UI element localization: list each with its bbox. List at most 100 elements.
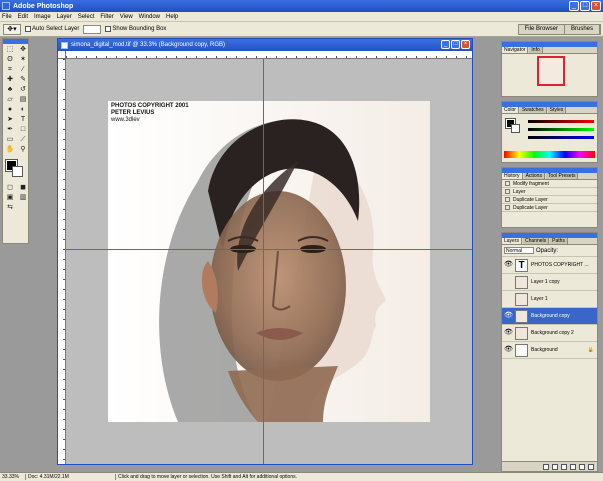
menu-layer[interactable]: Layer [57,14,72,20]
eye-icon[interactable]: 👁 [504,261,513,269]
move-tool-preset-icon[interactable]: ✥▾ [3,23,21,35]
eye-icon-hidden[interactable] [504,295,512,303]
crop-tool-icon[interactable]: ⌗ [4,65,16,74]
quick-mask-icon[interactable]: ◼ [17,183,29,192]
tab-navigator[interactable]: Navigator [502,47,529,53]
vertical-guide[interactable] [263,59,264,464]
checkbox-box[interactable] [105,26,112,32]
layer-row-background[interactable]: 👁 Background 🔒 [502,342,597,359]
document-title-bar[interactable]: simona_digital_mod.tif @ 33.3% (Backgrou… [58,39,472,51]
tab-paths[interactable]: Paths [550,238,568,244]
lasso-tool-icon[interactable]: ʘ [4,55,16,64]
navigator-thumbnail[interactable] [537,56,565,86]
background-color-swatch[interactable] [12,166,23,177]
show-bounding-checkbox[interactable]: Show Bounding Box [105,26,166,32]
file-browser-tab[interactable]: File Browser [518,25,565,34]
dodge-tool-icon[interactable]: ◐ [17,105,29,114]
image-canvas[interactable]: PHOTOS COPYRIGHT 2001 PETER LEVIUS www.3… [108,101,430,422]
layer-row[interactable]: 👁 Background copy 2 [502,325,597,342]
move-tool-icon[interactable]: ✥ [17,45,29,54]
clone-stamp-icon[interactable]: ♣ [4,85,16,94]
shape-tool-icon[interactable]: □ [17,125,29,134]
tab-actions[interactable]: Actions [523,173,545,179]
eye-icon-hidden[interactable] [504,278,512,286]
history-item[interactable]: Modify fragment [502,180,597,188]
type-tool-icon[interactable]: T [17,115,29,124]
magic-wand-tool-icon[interactable]: ✶ [17,55,29,64]
menu-file[interactable]: File [2,14,12,20]
red-slider[interactable] [528,120,594,123]
green-slider[interactable] [528,128,594,131]
fullscreen-mode-icon[interactable]: ▥ [17,193,29,202]
color-ramp[interactable] [504,151,595,158]
auto-select-checkbox[interactable]: Auto Select Layer [25,26,79,32]
brushes-tab[interactable]: Brushes [564,25,600,34]
tab-color[interactable]: Color [502,107,519,113]
menu-view[interactable]: View [120,14,133,20]
horizontal-ruler[interactable] [66,51,472,59]
screen-mode-icon[interactable]: ▣ [4,193,16,202]
color-bg-swatch[interactable] [511,124,520,133]
zoom-field[interactable]: 33.33% [0,474,26,480]
doc-maximize-button[interactable]: □ [451,40,460,49]
horizontal-guide[interactable] [66,249,472,250]
doc-close-button[interactable]: × [461,40,470,49]
path-selection-icon[interactable]: ➤ [4,115,16,124]
minimize-button[interactable]: _ [569,1,579,11]
tab-swatches[interactable]: Swatches [519,107,547,113]
eye-icon[interactable]: 👁 [504,329,513,337]
menu-help[interactable]: Help [166,14,178,20]
tab-channels[interactable]: Channels [523,238,550,244]
ruler-origin[interactable] [58,51,66,59]
blur-tool-icon[interactable]: ● [4,105,16,114]
eraser-tool-icon[interactable]: ▱ [4,95,16,104]
blend-mode-select[interactable]: Normal [504,247,534,254]
zoom-tool-icon[interactable]: ⚲ [17,145,29,154]
auto-select-dropdown[interactable] [83,24,102,34]
layer-row[interactable]: Layer 1 [502,291,597,308]
tab-layers[interactable]: Layers [502,238,523,244]
layer-row-text[interactable]: 👁 T PHOTOS COPYRIGHT ... [502,257,597,274]
tab-history[interactable]: History [502,173,523,179]
eye-icon[interactable]: 👁 [504,312,513,320]
standard-mode-icon[interactable]: ◻ [4,183,16,192]
menu-select[interactable]: Select [78,14,95,20]
layer-row-active[interactable]: 👁 Background copy [502,308,597,325]
history-item[interactable]: Duplicate Layer [502,204,597,212]
maximize-button[interactable]: □ [580,1,590,11]
eye-icon[interactable]: 👁 [504,346,513,354]
doc-size-info[interactable]: Doc: 4.31M/22.1M [26,474,116,480]
tab-info[interactable]: Info [529,47,543,53]
menu-edit[interactable]: Edit [18,14,28,20]
notes-tool-icon[interactable]: ▭ [4,135,16,144]
tab-styles[interactable]: Styles [547,107,567,113]
trash-icon[interactable] [588,463,594,470]
new-layer-icon[interactable] [579,463,585,470]
blue-slider[interactable] [528,136,594,139]
menu-filter[interactable]: Filter [100,14,113,20]
history-snapshot-box[interactable] [505,189,510,194]
menu-image[interactable]: Image [34,14,51,20]
jump-to-imageready-icon[interactable]: ⇆ [4,203,16,212]
vertical-ruler[interactable] [58,59,66,464]
history-snapshot-box[interactable] [505,197,510,202]
gradient-tool-icon[interactable]: ▤ [17,95,29,104]
layer-mask-icon[interactable] [552,463,558,470]
tab-tool-presets[interactable]: Tool Presets [545,173,579,179]
marquee-tool-icon[interactable]: ⬚ [4,45,16,54]
healing-brush-icon[interactable]: ✚ [4,75,16,84]
history-snapshot-box[interactable] [505,181,510,186]
history-snapshot-box[interactable] [505,205,510,210]
checkbox-box[interactable] [25,26,31,32]
history-item[interactable]: Duplicate Layer [502,196,597,204]
history-item[interactable]: Layer [502,188,597,196]
history-brush-icon[interactable]: ↺ [17,85,29,94]
layer-set-icon[interactable] [561,463,567,470]
eyedropper-tool-icon[interactable]: ⟋ [17,135,29,144]
layer-row[interactable]: Layer 1 copy [502,274,597,291]
pen-tool-icon[interactable]: ✒ [4,125,16,134]
hand-tool-icon[interactable]: ✋ [4,145,16,154]
layer-style-icon[interactable] [543,463,549,470]
close-button[interactable]: × [591,1,601,11]
menu-window[interactable]: Window [139,14,160,20]
